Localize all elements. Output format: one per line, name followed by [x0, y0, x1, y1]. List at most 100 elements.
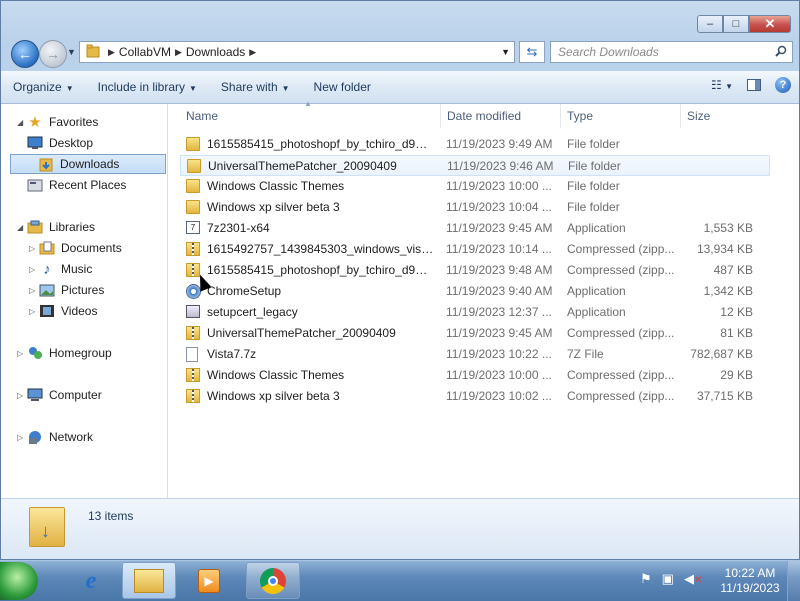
homegroup-icon — [27, 345, 43, 361]
chevron-right-icon[interactable]: ▶ — [249, 47, 256, 58]
file-row[interactable]: UniversalThemePatcher_20090409 11/19/2023… — [180, 323, 770, 344]
collapsed-arrow-icon[interactable]: ▷ — [29, 244, 39, 253]
file-size: 12 KB — [720, 305, 753, 319]
file-name: 1615585415_photoshopf_by_tchiro_d9wc... — [207, 263, 435, 277]
file-date-modified: 11/19/2023 9:48 AM — [446, 263, 553, 277]
volume-muted-icon[interactable]: ◀✕ — [684, 571, 702, 587]
collapsed-arrow-icon[interactable]: ▷ — [29, 265, 39, 274]
collapsed-arrow-icon[interactable]: ▷ — [17, 349, 27, 358]
address-dropdown-icon[interactable]: ▼ — [501, 47, 510, 57]
minimize-button[interactable]: – — [697, 15, 723, 33]
file-list: Name ▲ Date modified Type Size 161558541… — [168, 99, 799, 498]
collapsed-arrow-icon[interactable]: ▷ — [17, 391, 27, 400]
column-date-modified[interactable]: Date modified — [441, 104, 561, 128]
search-input[interactable]: Search Downloads — [550, 41, 793, 63]
nav-documents[interactable]: ▷ Documents — [29, 238, 122, 258]
file-size: 1,553 KB — [703, 221, 753, 235]
command-bar: Organize ▼ Include in library ▼ Share with… — [1, 71, 799, 104]
file-row[interactable]: Windows Classic Themes 11/19/2023 10:00 .… — [180, 365, 770, 386]
folder-icon — [186, 200, 200, 214]
file-row[interactable]: Windows Classic Themes 11/19/2023 10:00 .… — [180, 176, 770, 197]
zip-icon — [186, 242, 200, 256]
breadcrumb-collabvm[interactable]: CollabVM — [119, 45, 171, 59]
file-size: 13,934 KB — [696, 242, 753, 256]
nav-label: Network — [49, 430, 94, 444]
nav-network[interactable]: ▷ Network — [17, 427, 93, 447]
folder-icon — [86, 44, 100, 61]
nav-downloads[interactable]: Downloads — [10, 154, 166, 174]
file-name: 7z2301-x64 — [207, 221, 270, 235]
collapsed-arrow-icon[interactable]: ▷ — [29, 307, 39, 316]
share-with-button[interactable]: Share with ▼ — [209, 80, 302, 94]
collapsed-arrow-icon[interactable]: ▷ — [29, 286, 39, 295]
file-row[interactable]: Vista7.7z 11/19/2023 10:22 ... 7Z File 782,… — [180, 344, 770, 365]
folder-icon — [186, 179, 200, 193]
new-folder-button[interactable]: New folder — [302, 80, 383, 94]
file-row[interactable]: UniversalThemePatcher_20090409 11/19/2023… — [180, 155, 770, 176]
column-type[interactable]: Type — [561, 104, 681, 128]
network-tray-icon[interactable]: ▣ — [662, 571, 674, 587]
clock-date: 11/19/2023 — [720, 581, 780, 595]
file-type: File folder — [568, 159, 621, 173]
collapsed-arrow-icon[interactable]: ▷ — [17, 433, 27, 442]
nav-favorites[interactable]: ◢ ★ Favorites — [17, 112, 98, 132]
breadcrumb-downloads[interactable]: Downloads — [186, 45, 245, 59]
file-row[interactable]: Windows xp silver beta 3 11/19/2023 10:04… — [180, 197, 770, 218]
recent-places-icon — [27, 177, 43, 193]
file-row[interactable]: 7 7z2301-x64 11/19/2023 9:45 AM Application… — [180, 218, 770, 239]
file-size: 81 KB — [720, 326, 753, 340]
nav-desktop[interactable]: Desktop — [27, 133, 93, 153]
music-icon: ♪ — [43, 260, 51, 278]
close-button[interactable]: ✕ — [749, 15, 791, 33]
breadcrumb: ▶ CollabVM ▶ Downloads ▶ — [108, 45, 256, 59]
nav-pictures[interactable]: ▷ Pictures — [29, 280, 104, 300]
maximize-button[interactable]: □ — [723, 15, 749, 33]
nav-homegroup[interactable]: ▷ Homegroup — [17, 343, 112, 363]
start-button[interactable] — [0, 562, 38, 600]
taskbar-media-player[interactable]: ▶ — [182, 562, 236, 599]
nav-music[interactable]: ▷ ♪ Music — [29, 259, 92, 279]
nav-videos[interactable]: ▷ Videos — [29, 301, 97, 321]
file-row[interactable]: 1615492757_1439845303_windows_vista_a...… — [180, 239, 770, 260]
file-row[interactable]: ChromeSetup 11/19/2023 9:40 AM Application… — [180, 281, 770, 302]
organize-button[interactable]: Organize ▼ — [1, 80, 86, 94]
file-date-modified: 11/19/2023 9:49 AM — [446, 137, 553, 151]
taskbar-chrome[interactable] — [246, 562, 300, 599]
taskbar-windows-explorer[interactable] — [122, 562, 176, 599]
refresh-button[interactable]: ⇆ — [519, 41, 545, 63]
address-bar[interactable]: ▶ CollabVM ▶ Downloads ▶ ▼ — [79, 41, 515, 63]
expanded-arrow-icon[interactable]: ◢ — [17, 118, 27, 127]
file-rows: 1615585415_photoshopf_by_tchiro_d9wc... 1… — [180, 134, 770, 407]
nav-recent-places[interactable]: Recent Places — [27, 175, 126, 195]
internet-explorer-icon: e — [85, 567, 97, 594]
expanded-arrow-icon[interactable]: ◢ — [17, 223, 27, 232]
preview-pane-icon[interactable] — [747, 79, 761, 91]
clock[interactable]: 10:22 AM 11/19/2023 — [715, 566, 785, 596]
file-row[interactable]: 1615585415_photoshopf_by_tchiro_d9wc... 1… — [180, 134, 770, 155]
windows-explorer-icon — [134, 568, 164, 593]
file-row[interactable]: setupcert_legacy 11/19/2023 12:37 ... Appl… — [180, 302, 770, 323]
file-row[interactable]: Windows xp silver beta 3 11/19/2023 10:02… — [180, 386, 770, 407]
show-desktop-button[interactable] — [787, 561, 800, 601]
action-center-flag-icon[interactable]: ⚑ — [640, 571, 652, 587]
help-icon[interactable]: ? — [775, 77, 791, 93]
include-in-library-button[interactable]: Include in library ▼ — [86, 80, 209, 94]
nav-libraries[interactable]: ◢ Libraries — [17, 217, 95, 237]
download-arrow-icon: ↓ — [41, 521, 50, 541]
nav-label: Recent Places — [49, 178, 127, 192]
details-view-icon: ☷ — [710, 78, 722, 92]
recent-pages-dropdown-icon[interactable]: ▼ — [67, 47, 76, 57]
nav-computer[interactable]: ▷ Computer — [17, 385, 102, 405]
forward-button[interactable]: → — [39, 40, 67, 68]
change-view-button[interactable]: ☷ ▼ — [711, 78, 733, 92]
file-row[interactable]: 1615585415_photoshopf_by_tchiro_d9wc... 1… — [180, 260, 770, 281]
app-icon — [186, 305, 200, 318]
back-button[interactable]: ← — [11, 40, 39, 68]
taskbar-internet-explorer[interactable]: e — [64, 562, 118, 599]
file-name: setupcert_legacy — [207, 305, 298, 319]
file-type: Application — [567, 221, 626, 235]
column-size[interactable]: Size — [681, 104, 761, 128]
folder-icon — [186, 137, 200, 151]
zip-icon — [186, 389, 200, 403]
file-type: Compressed (zipp... — [567, 389, 675, 403]
